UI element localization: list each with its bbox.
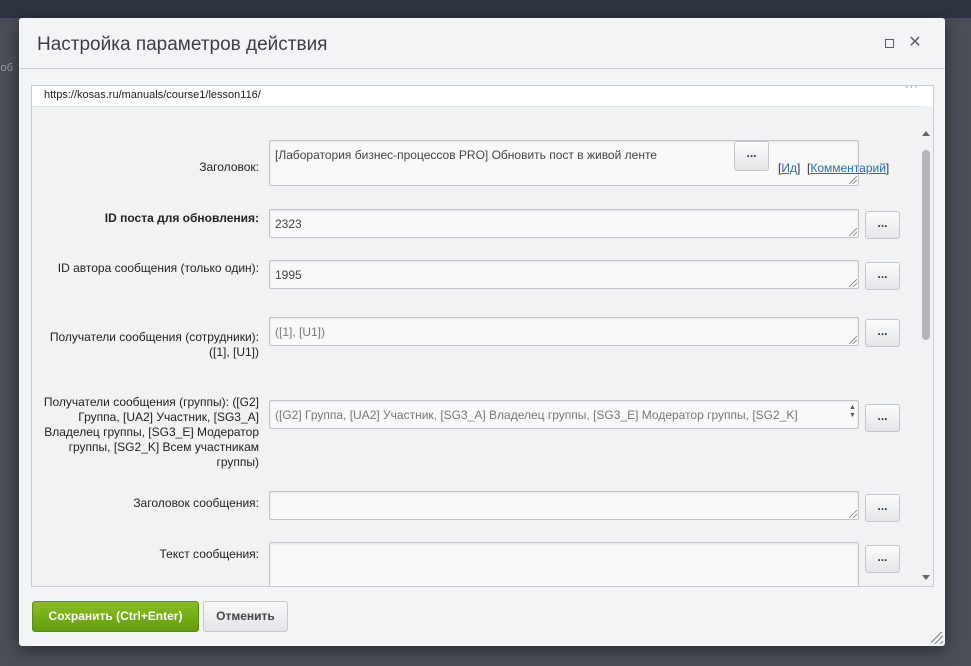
cancel-button[interactable]: Отменить [203, 601, 288, 632]
background-top-bar [0, 0, 971, 18]
title-label: Заголовок: [199, 160, 259, 174]
recipients-groups-label: Получатели сообщения (группы): ([G2] Гру… [43, 395, 259, 469]
dialog-header: Настройка параметров действия ✕ [19, 18, 945, 69]
post-id-value: 2323 [275, 217, 302, 231]
author-id-field[interactable]: 1995 [269, 260, 859, 289]
resize-grip-icon[interactable] [849, 228, 857, 236]
message-title-select-button[interactable]: ... [865, 494, 900, 522]
message-title-field[interactable] [269, 491, 859, 520]
resize-grip-icon[interactable] [849, 336, 857, 344]
scroll-thumb[interactable] [922, 150, 930, 340]
recipients-users-field[interactable]: ([1], [U1]) [269, 317, 859, 346]
message-text-select-button[interactable]: ... [865, 545, 900, 573]
recipients-users-select-button[interactable]: ... [865, 319, 900, 347]
resize-grip-icon[interactable] [849, 176, 857, 184]
post-id-select-button[interactable]: ... [865, 211, 900, 239]
recipients-groups-field[interactable]: ([G2] Группа, [UA2] Участник, [SG3_A] Вл… [269, 400, 859, 429]
maximize-icon[interactable] [881, 34, 897, 52]
title-value: [Лаборатория бизнес-процессов PRO] Обнов… [275, 148, 657, 162]
dialog-resize-icon[interactable] [931, 632, 943, 644]
post-id-field[interactable]: 2323 [269, 209, 859, 238]
author-id-value: 1995 [275, 268, 302, 282]
more-dots-icon[interactable]: ··· [905, 86, 919, 97]
url-bar: https://kosas.ru/manuals/course1/lesson1… [32, 86, 933, 107]
message-text-field[interactable] [269, 542, 859, 586]
author-id-select-button[interactable]: ... [865, 262, 900, 290]
settings-dialog: Настройка параметров действия ✕ https://… [19, 18, 945, 646]
recipients-groups-select-button[interactable]: ... [865, 404, 900, 432]
recipients-groups-placeholder: ([G2] Группа, [UA2] Участник, [SG3_A] Вл… [275, 408, 798, 422]
message-title-label: Заголовок сообщения: [133, 496, 259, 510]
dialog-content: https://kosas.ru/manuals/course1/lesson1… [31, 85, 934, 587]
recipients-users-label: Получатели сообщения (сотрудники): ([1],… [49, 330, 259, 359]
recipients-users-placeholder: ([1], [U1]) [275, 325, 326, 339]
post-id-label: ID поста для обновления: [104, 211, 259, 225]
dialog-title: Настройка параметров действия [37, 34, 328, 55]
message-text-label: Текст сообщения: [159, 547, 259, 561]
link-id[interactable]: Ид [781, 161, 797, 175]
url-text: https://kosas.ru/manuals/course1/lesson1… [44, 89, 261, 101]
link-comment[interactable]: Комментарий [810, 161, 886, 175]
title-links: [Ид] [Комментарий] [778, 161, 890, 175]
title-select-button[interactable]: ... [734, 141, 769, 171]
resize-grip-icon[interactable] [849, 510, 857, 518]
scroll-up-arrow-icon[interactable] [922, 131, 930, 136]
author-id-label: ID автора сообщения (только один): [57, 261, 259, 275]
scrollbar[interactable] [919, 106, 933, 586]
close-icon[interactable]: ✕ [907, 34, 923, 52]
background-partial-text: лоб [0, 62, 13, 74]
save-button[interactable]: Сохранить (Ctrl+Enter) [32, 601, 199, 632]
resize-grip-icon[interactable] [849, 279, 857, 287]
spinner-arrows-icon[interactable]: ▲ ▼ [849, 404, 856, 420]
title-field[interactable]: [Лаборатория бизнес-процессов PRO] Обнов… [269, 140, 859, 186]
scroll-down-arrow-icon[interactable] [922, 575, 930, 580]
